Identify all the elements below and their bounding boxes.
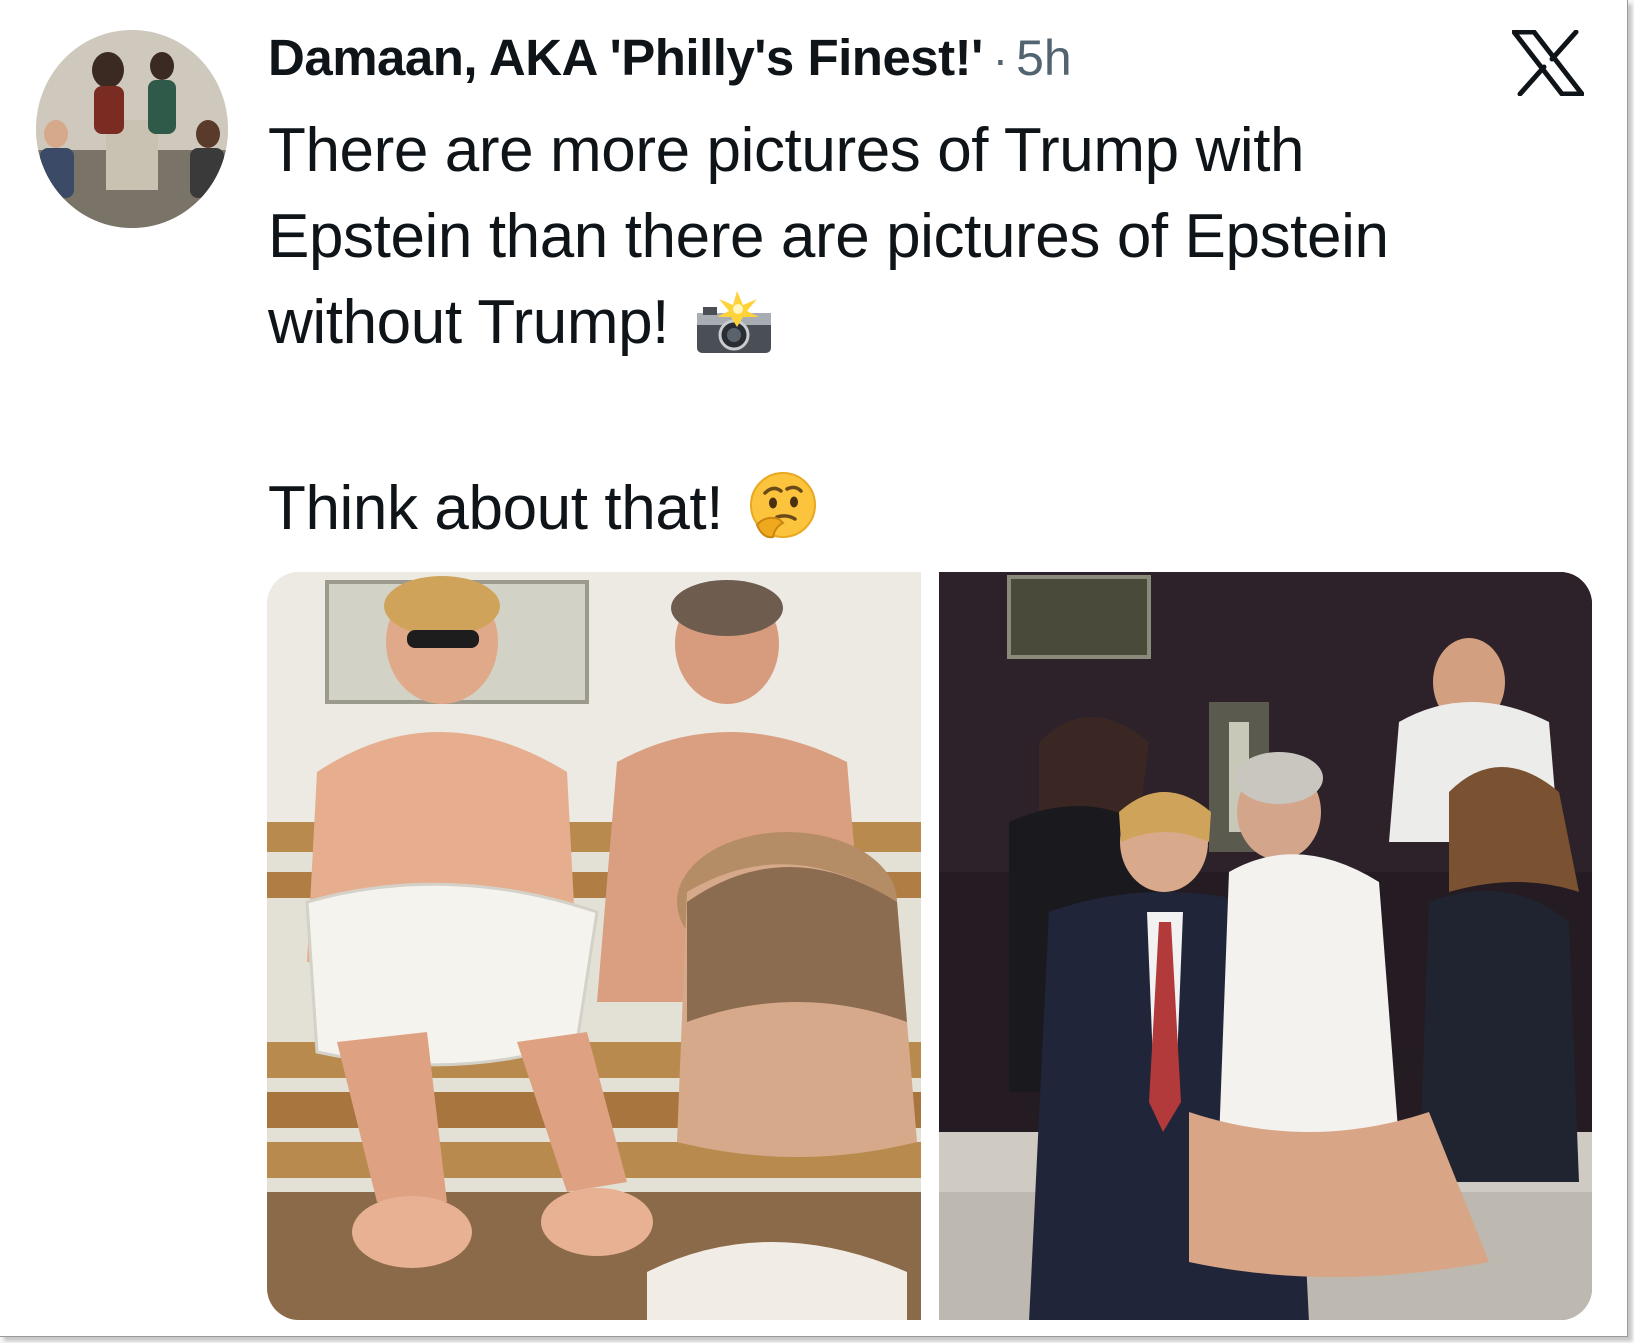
tweet-header: Damaan, AKA 'Philly's Finest!' · 5h [268, 28, 1072, 98]
tweet-text-line-content: Think about that! [268, 474, 724, 543]
header-separator: · [992, 33, 1009, 85]
tweet-text-line: There are more pictures of Trump with [268, 116, 1305, 185]
tweet-card: Damaan, AKA 'Philly's Finest!' · 5h Ther… [0, 0, 1628, 1337]
author-display-name[interactable]: Damaan, AKA 'Philly's Finest!' [268, 28, 983, 87]
tweet-text-line: Think about that! [268, 466, 1568, 566]
camera-with-flash-icon [693, 291, 775, 380]
tweet-text: There are more pictures of Trump with Ep… [268, 108, 1568, 566]
tweet-timestamp[interactable]: 5h [1016, 29, 1072, 87]
x-logo-icon[interactable] [1512, 30, 1584, 96]
tweet-text-line-content: without Trump! [268, 288, 670, 357]
tweet-text-line: without Trump! [268, 280, 1568, 380]
media-grid [267, 572, 1592, 1320]
photo-sauna-scene[interactable] [267, 572, 921, 1320]
author-avatar[interactable] [36, 30, 228, 228]
tweet-text-line: Epstein than there are pictures of Epste… [268, 202, 1389, 271]
photo-party-scene[interactable] [939, 572, 1592, 1320]
thinking-face-icon [747, 471, 819, 566]
